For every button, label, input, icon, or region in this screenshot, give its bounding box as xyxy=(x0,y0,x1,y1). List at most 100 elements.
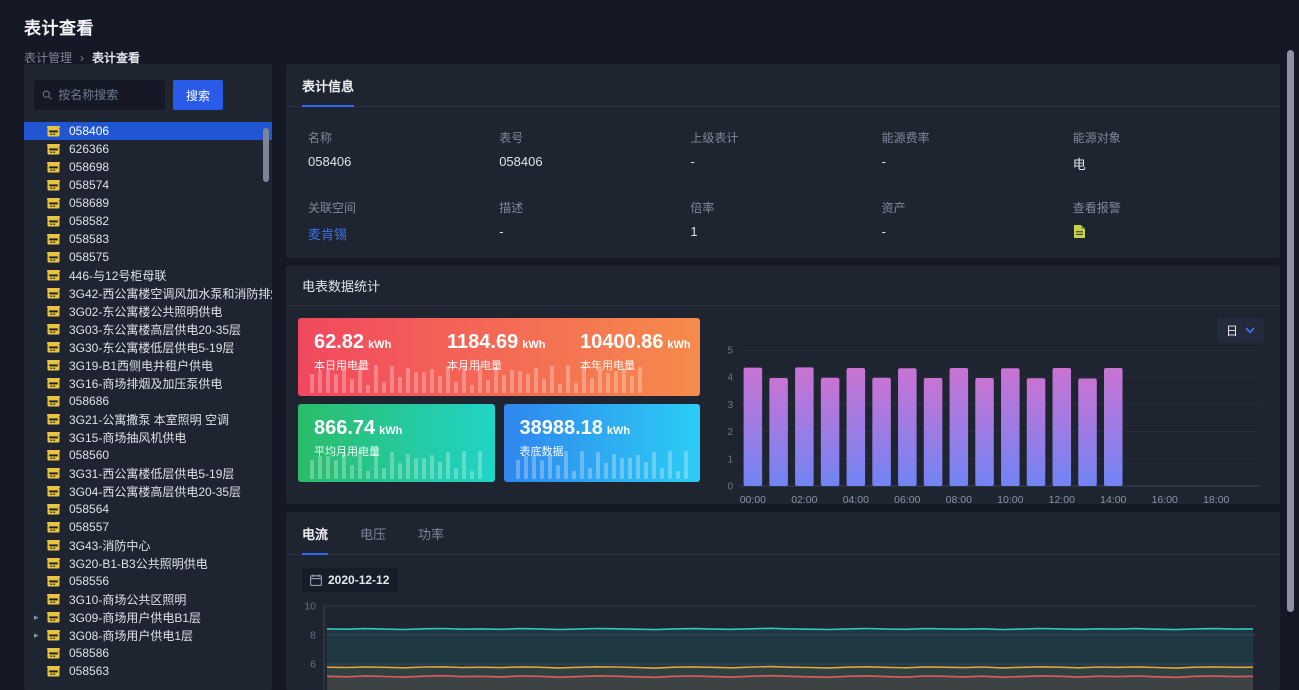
bar-01:00[interactable] xyxy=(769,378,788,486)
meter-list-item[interactable]: 058582 xyxy=(24,212,272,230)
meter-list-item[interactable]: 3G03-东公寓楼高层供电20-35层 xyxy=(24,320,272,338)
bar-05:00[interactable] xyxy=(872,378,891,486)
bar-13:00[interactable] xyxy=(1078,379,1097,486)
meter-list-item[interactable]: 3G16-商场排烟及加压泵供电 xyxy=(24,374,272,392)
search-input[interactable] xyxy=(58,88,157,102)
meter-list-item[interactable]: 3G04-西公寓楼高层供电20-35层 xyxy=(24,482,272,500)
bar-14:00[interactable] xyxy=(1104,368,1123,486)
series-red-line xyxy=(327,676,1253,678)
meter-list-item[interactable]: 058574 xyxy=(24,176,272,194)
meter-icon xyxy=(47,216,60,227)
main-content: 表计信息 名称058406表号058406上级表计-能源费率-能源对象电关联空间… xyxy=(286,64,1280,690)
date-picker[interactable]: 2020-12-12 xyxy=(302,568,398,592)
series-teal-line xyxy=(327,628,1253,629)
deco-bars xyxy=(310,363,688,393)
meter-list-item[interactable]: 3G42-西公寓楼空调风加水泵和消防排烟风机加压 xyxy=(24,284,272,302)
meter-list-item[interactable]: 058556 xyxy=(24,572,272,590)
meter-list-scrollbar[interactable] xyxy=(263,128,269,182)
meter-list-item[interactable]: 058406 xyxy=(24,122,272,140)
bar-07:00[interactable] xyxy=(924,378,943,486)
period-select[interactable]: 日 xyxy=(1217,318,1264,343)
search-box[interactable] xyxy=(34,80,165,110)
bar-02:00[interactable] xyxy=(795,367,814,486)
meter-list: 0584066263660586980585740586890585820585… xyxy=(24,122,272,690)
svg-text:8: 8 xyxy=(310,630,316,642)
tab-电压[interactable]: 电压 xyxy=(360,512,386,554)
info-field-label: 上级表计 xyxy=(690,129,881,146)
meter-list-item-label: 446-与12号柜母联 xyxy=(69,267,166,284)
info-field: 描述- xyxy=(499,199,690,244)
tab-功率[interactable]: 功率 xyxy=(418,512,444,554)
period-select-value: 日 xyxy=(1226,322,1238,339)
meter-info-panel: 表计信息 名称058406表号058406上级表计-能源费率-能源对象电关联空间… xyxy=(286,64,1280,258)
meter-list-item-label: 3G03-东公寓楼高层供电20-35层 xyxy=(69,321,241,338)
info-field-value: - xyxy=(882,224,1073,239)
bar-04:00[interactable] xyxy=(847,368,866,486)
meter-list-item[interactable]: 058563 xyxy=(24,662,272,680)
meter-base-card: 38988.18kWh 表底数据 xyxy=(504,404,701,482)
linked-space-link[interactable]: 麦肯锡 xyxy=(308,224,499,243)
svg-text:5: 5 xyxy=(727,346,733,357)
expand-caret-icon[interactable]: ▸ xyxy=(34,626,47,644)
meter-list-item[interactable]: 3G30-东公寓楼低层供电5-19层 xyxy=(24,338,272,356)
meter-list-item[interactable]: 3G10-商场公共区照明 xyxy=(24,590,272,608)
meter-list-item-label: 3G19-B1西侧电井租户供电 xyxy=(69,357,213,374)
bar-11:00[interactable] xyxy=(1027,378,1046,486)
report-doc-icon[interactable] xyxy=(1073,224,1086,239)
bar-10:00[interactable] xyxy=(1001,368,1020,486)
bar-12:00[interactable] xyxy=(1053,368,1072,486)
meter-list-item[interactable]: 3G19-B1西侧电井租户供电 xyxy=(24,356,272,374)
info-field-value: - xyxy=(882,154,1073,169)
page-scrollbar[interactable] xyxy=(1287,0,1295,690)
meter-list-item[interactable]: 058583 xyxy=(24,230,272,248)
meter-info-tabbar: 表计信息 xyxy=(286,64,1280,107)
meter-list-item[interactable]: 058586 xyxy=(24,644,272,662)
meter-list-item[interactable]: 058557 xyxy=(24,518,272,536)
bar-08:00[interactable] xyxy=(950,368,969,486)
bar-00:00[interactable] xyxy=(744,368,763,486)
search-button[interactable]: 搜索 xyxy=(173,80,223,110)
meter-list-item[interactable]: 446-与12号柜母联 xyxy=(24,266,272,284)
meter-list-item[interactable]: 3G31-西公寓楼低层供电5-19层 xyxy=(24,464,272,482)
meter-list-item-label: 058406 xyxy=(69,124,109,138)
tab-meter-info[interactable]: 表计信息 xyxy=(302,64,354,106)
meter-list-item-label: 058560 xyxy=(69,448,109,462)
svg-text:04:00: 04:00 xyxy=(843,494,869,504)
tab-电流[interactable]: 电流 xyxy=(302,512,328,554)
meter-list-item-label: 3G02-东公寓楼公共照明供电 xyxy=(69,303,222,320)
meter-icon xyxy=(47,378,60,389)
bar-06:00[interactable] xyxy=(898,368,917,486)
meter-list-item[interactable]: 3G02-东公寓楼公共照明供电 xyxy=(24,302,272,320)
meter-list-item[interactable]: 3G43-消防中心 xyxy=(24,536,272,554)
svg-text:6: 6 xyxy=(310,659,316,671)
meter-icon xyxy=(47,324,60,335)
meter-list-item-label: 3G30-东公寓楼低层供电5-19层 xyxy=(69,339,234,356)
meter-list-item[interactable]: 3G20-B1-B3公共照明供电 xyxy=(24,554,272,572)
bar-03:00[interactable] xyxy=(821,378,840,486)
meter-list-item[interactable]: 058698 xyxy=(24,158,272,176)
meter-list-item[interactable]: 058686 xyxy=(24,392,272,410)
meter-list-panel: 搜索 0584066263660586980585740586890585820… xyxy=(24,64,272,690)
meter-list-item[interactable]: ▸3G08-商场用户供电1层 xyxy=(24,626,272,644)
meter-list-item[interactable]: 058689 xyxy=(24,194,272,212)
meter-list-item[interactable]: 058560 xyxy=(24,446,272,464)
info-field: 表号058406 xyxy=(499,129,690,173)
meter-list-item[interactable]: 058564 xyxy=(24,500,272,518)
date-picker-value: 2020-12-12 xyxy=(328,573,389,587)
expand-caret-icon[interactable]: ▸ xyxy=(34,608,47,626)
meter-list-item-label: 626366 xyxy=(69,142,109,156)
meter-list-item[interactable]: 3G21-公寓撒泵 本室照明 空调 xyxy=(24,410,272,428)
meter-list-item[interactable]: 626366 xyxy=(24,140,272,158)
page-scrollbar-thumb[interactable] xyxy=(1287,50,1294,612)
meter-list-item[interactable]: ▸3G09-商场用户供电B1层 xyxy=(24,608,272,626)
meter-list-item[interactable]: 3G15-商场抽风机供电 xyxy=(24,428,272,446)
svg-text:02:00: 02:00 xyxy=(791,494,817,504)
meter-icon xyxy=(47,162,60,173)
meter-list-item-label: 3G16-商场排烟及加压泵供电 xyxy=(69,375,222,392)
svg-text:10: 10 xyxy=(304,601,316,613)
meter-list-item-label: 058586 xyxy=(69,646,109,660)
cards-row: 866.74kWh 平均月用电量 38988.18kWh 表底数据 xyxy=(298,404,700,482)
view-alarm-report[interactable] xyxy=(1073,224,1264,244)
meter-list-item[interactable]: 058575 xyxy=(24,248,272,266)
bar-09:00[interactable] xyxy=(975,378,994,486)
